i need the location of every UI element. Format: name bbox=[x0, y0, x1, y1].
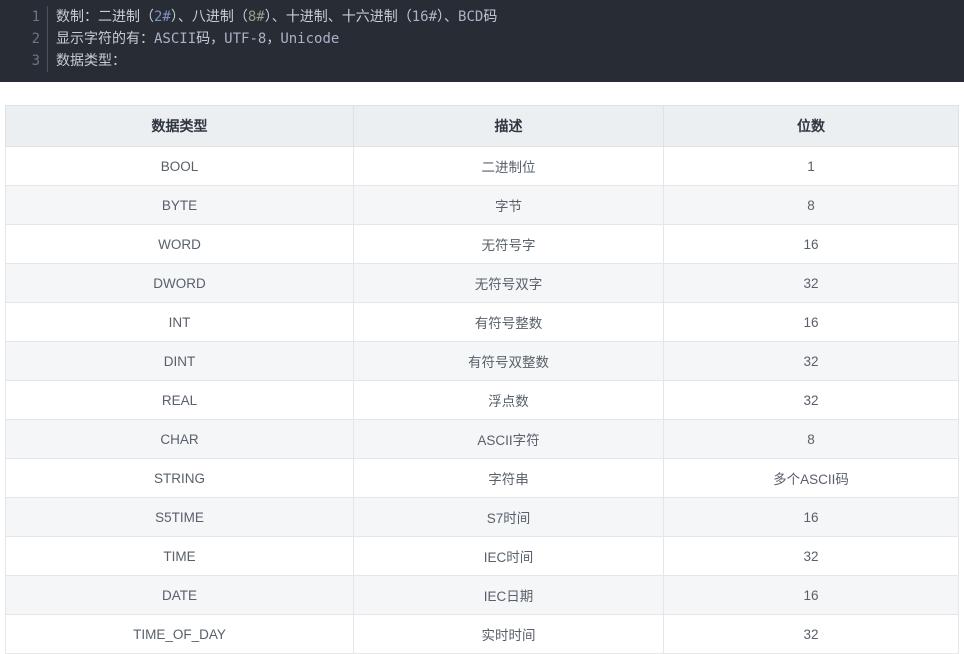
data-types-table-container: 数据类型 描述 位数 BOOL二进制位1BYTE字节8WORD无符号字16DWO… bbox=[0, 105, 964, 654]
cell-data-type: TIME bbox=[6, 537, 354, 576]
code-line-text: 显示字符的有：ASCII码，UTF-8，Unicode bbox=[56, 28, 339, 50]
code-line-number: 1 bbox=[0, 6, 40, 28]
cell-description: 有符号双整数 bbox=[354, 342, 664, 381]
code-segment: ）、十进制、十六进制（ bbox=[265, 9, 412, 25]
cell-description: 浮点数 bbox=[354, 381, 664, 420]
code-segment: 码 bbox=[483, 9, 497, 25]
cell-bits: 32 bbox=[664, 537, 959, 576]
code-segment: 码， bbox=[196, 31, 224, 47]
cell-data-type: DWORD bbox=[6, 264, 354, 303]
code-gutter-divider bbox=[47, 28, 48, 50]
cell-data-type: STRING bbox=[6, 459, 354, 498]
cell-description: 字节 bbox=[354, 186, 664, 225]
cell-bits: 8 bbox=[664, 186, 959, 225]
code-block: 1 数制：二进制（2#）、八进制（8#）、十进制、十六进制（16#）、BCD码 2显… bbox=[0, 0, 964, 82]
cell-description: IEC时间 bbox=[354, 537, 664, 576]
code-segment: 8# bbox=[248, 9, 265, 25]
code-segment: 数制：二进制（ bbox=[56, 9, 154, 25]
cell-description: IEC日期 bbox=[354, 576, 664, 615]
table-row: WORD无符号字16 bbox=[6, 225, 959, 264]
cell-description: 无符号字 bbox=[354, 225, 664, 264]
cell-description: ASCII字符 bbox=[354, 420, 664, 459]
code-segment: ， bbox=[266, 31, 280, 47]
table-body: BOOL二进制位1BYTE字节8WORD无符号字16DWORD无符号双字32IN… bbox=[6, 147, 959, 654]
code-line-text: 数据类型： bbox=[56, 50, 126, 72]
code-line: 1 数制：二进制（2#）、八进制（8#）、十进制、十六进制（16#）、BCD码 bbox=[0, 6, 964, 28]
cell-description: 无符号双字 bbox=[354, 264, 664, 303]
table-row: DWORD无符号双字32 bbox=[6, 264, 959, 303]
cell-bits: 32 bbox=[664, 615, 959, 654]
section-spacer bbox=[0, 82, 964, 105]
table-row: REAL浮点数32 bbox=[6, 381, 959, 420]
cell-data-type: DATE bbox=[6, 576, 354, 615]
cell-description: 二进制位 bbox=[354, 147, 664, 186]
cell-bits: 16 bbox=[664, 225, 959, 264]
code-line-text: 数制：二进制（2#）、八进制（8#）、十进制、十六进制（16#）、BCD码 bbox=[56, 6, 497, 28]
cell-bits: 1 bbox=[664, 147, 959, 186]
cell-bits: 多个ASCII码 bbox=[664, 459, 959, 498]
cell-bits: 32 bbox=[664, 264, 959, 303]
cell-bits: 16 bbox=[664, 498, 959, 537]
code-line: 2 显示字符的有：ASCII码，UTF-8，Unicode bbox=[0, 28, 964, 50]
cell-description: S7时间 bbox=[354, 498, 664, 537]
code-segment: 2# bbox=[154, 9, 171, 25]
table-row: DATEIEC日期16 bbox=[6, 576, 959, 615]
table-row: BYTE字节8 bbox=[6, 186, 959, 225]
table-row: TIMEIEC时间32 bbox=[6, 537, 959, 576]
code-segment: 数据类型： bbox=[56, 53, 126, 69]
cell-description: 有符号整数 bbox=[354, 303, 664, 342]
cell-data-type: REAL bbox=[6, 381, 354, 420]
cell-data-type: WORD bbox=[6, 225, 354, 264]
cell-bits: 32 bbox=[664, 342, 959, 381]
cell-data-type: INT bbox=[6, 303, 354, 342]
code-segment: Unicode bbox=[280, 31, 339, 47]
code-segment: ASCII bbox=[154, 31, 196, 47]
code-segment: BCD bbox=[458, 9, 483, 25]
code-segment: 显示字符的有： bbox=[56, 31, 154, 47]
code-segment: ）、 bbox=[437, 9, 458, 25]
cell-data-type: TIME_OF_DAY bbox=[6, 615, 354, 654]
code-segment: ）、八进制（ bbox=[171, 9, 248, 25]
cell-data-type: DINT bbox=[6, 342, 354, 381]
table-row: INT有符号整数16 bbox=[6, 303, 959, 342]
table-row: STRING字符串多个ASCII码 bbox=[6, 459, 959, 498]
data-types-table: 数据类型 描述 位数 BOOL二进制位1BYTE字节8WORD无符号字16DWO… bbox=[5, 105, 959, 654]
code-line: 3 数据类型： bbox=[0, 50, 964, 72]
code-line-number: 2 bbox=[0, 28, 40, 50]
column-header-bits: 位数 bbox=[664, 106, 959, 147]
column-header-data-type: 数据类型 bbox=[6, 106, 354, 147]
column-header-description: 描述 bbox=[354, 106, 664, 147]
code-lines: 1 数制：二进制（2#）、八进制（8#）、十进制、十六进制（16#）、BCD码 2显… bbox=[0, 6, 964, 72]
cell-data-type: BYTE bbox=[6, 186, 354, 225]
cell-bits: 8 bbox=[664, 420, 959, 459]
cell-description: 字符串 bbox=[354, 459, 664, 498]
code-gutter-divider bbox=[47, 50, 48, 72]
table-row: BOOL二进制位1 bbox=[6, 147, 959, 186]
table-row: CHARASCII字符8 bbox=[6, 420, 959, 459]
code-line-number: 3 bbox=[0, 50, 40, 72]
table-row: S5TIMES7时间16 bbox=[6, 498, 959, 537]
cell-description: 实时时间 bbox=[354, 615, 664, 654]
cell-bits: 16 bbox=[664, 576, 959, 615]
cell-data-type: BOOL bbox=[6, 147, 354, 186]
table-header: 数据类型 描述 位数 bbox=[6, 106, 959, 147]
cell-bits: 32 bbox=[664, 381, 959, 420]
code-gutter-divider bbox=[47, 6, 48, 28]
table-row: DINT有符号双整数32 bbox=[6, 342, 959, 381]
cell-data-type: CHAR bbox=[6, 420, 354, 459]
cell-bits: 16 bbox=[664, 303, 959, 342]
cell-data-type: S5TIME bbox=[6, 498, 354, 537]
code-segment: 16# bbox=[412, 9, 437, 25]
code-segment: UTF-8 bbox=[224, 31, 266, 47]
table-header-row: 数据类型 描述 位数 bbox=[6, 106, 959, 147]
table-row: TIME_OF_DAY实时时间32 bbox=[6, 615, 959, 654]
